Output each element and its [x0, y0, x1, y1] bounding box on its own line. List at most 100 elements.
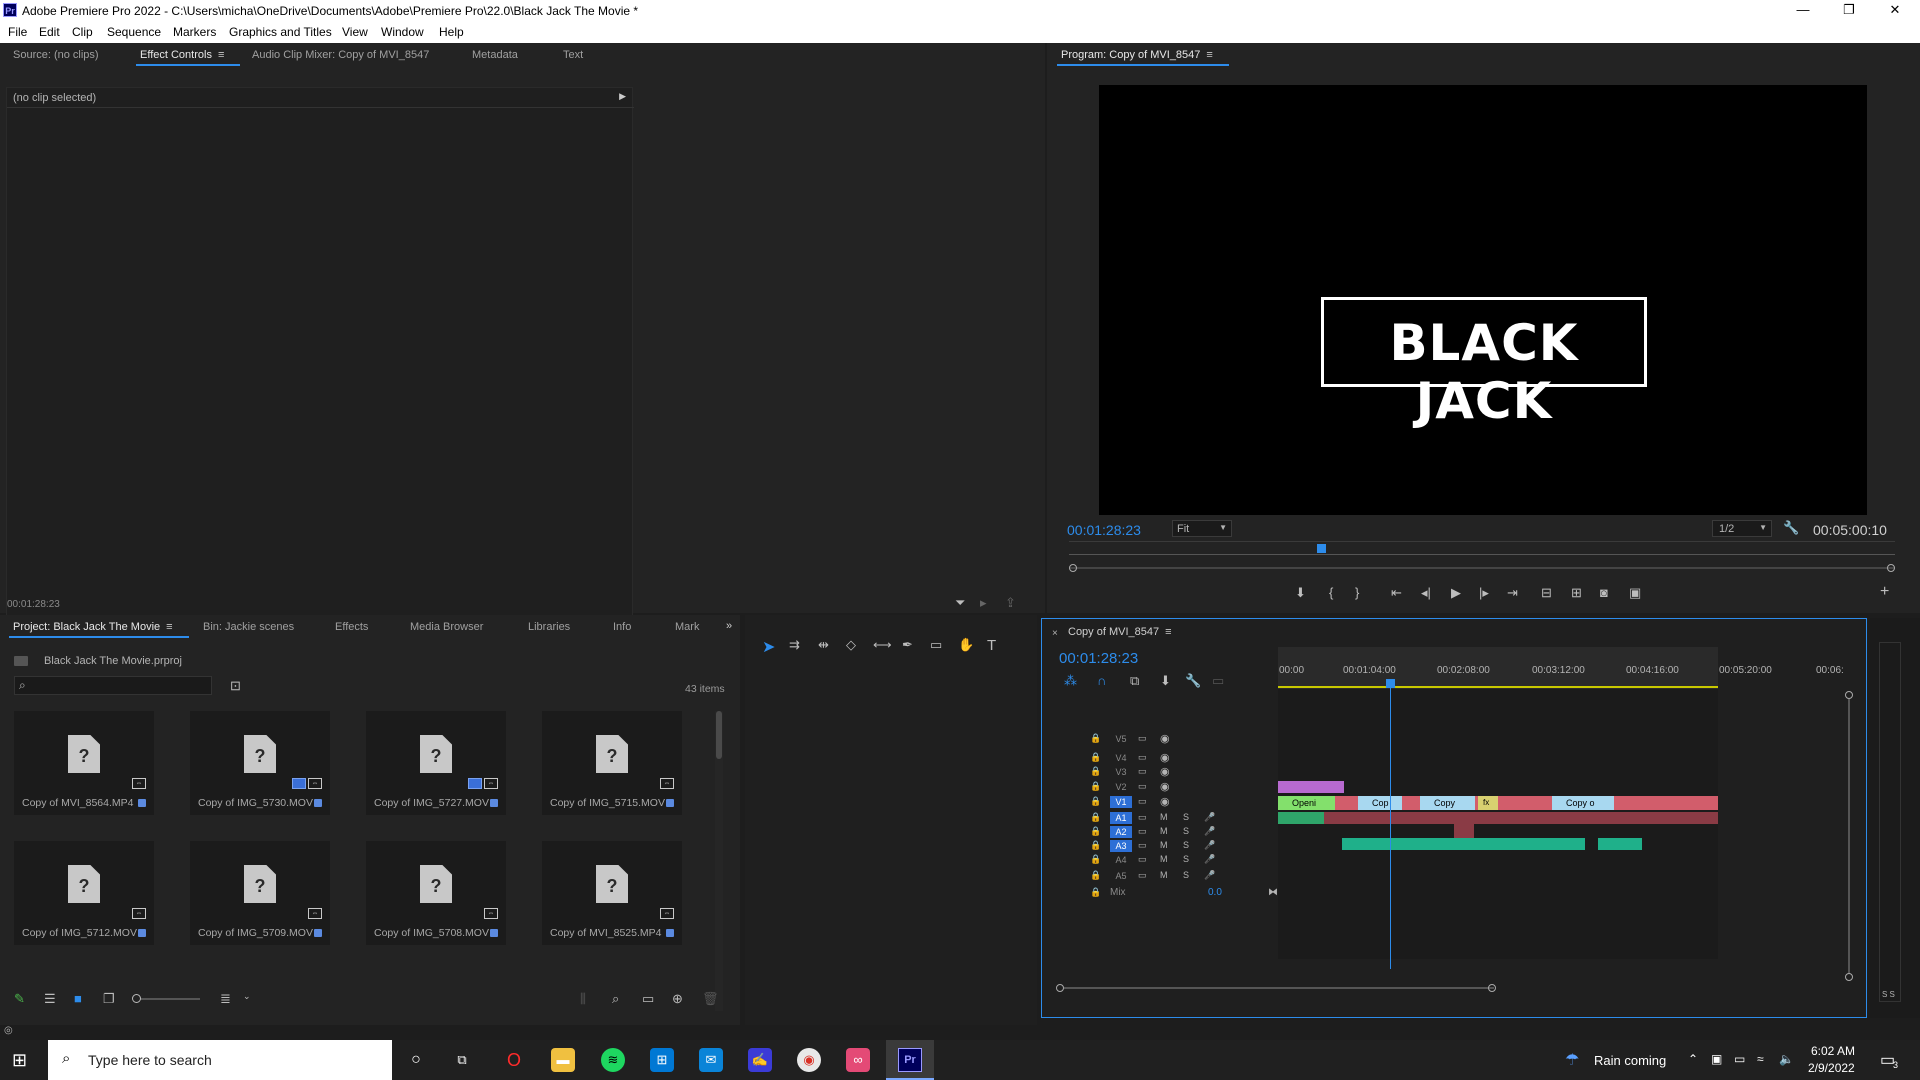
thumbnail-size-slider[interactable]: [132, 994, 200, 1003]
project-menu-icon[interactable]: ≡: [166, 621, 172, 633]
automate-to-sequence-icon[interactable]: ⫼: [580, 991, 586, 1007]
mute-button[interactable]: M: [1160, 854, 1168, 864]
linked-selection-icon[interactable]: ⧉: [1130, 673, 1139, 689]
track-target-label[interactable]: V2: [1110, 781, 1132, 793]
a1-green-clip[interactable]: [1278, 812, 1324, 824]
task-view-icon[interactable]: ⧉: [450, 1048, 474, 1072]
track-target-label[interactable]: V4: [1110, 752, 1132, 764]
sync-lock-icon[interactable]: ▭: [1138, 854, 1147, 865]
zoom-dropdown[interactable]: Fit ▼: [1172, 520, 1232, 537]
track-target-label[interactable]: A5: [1110, 870, 1132, 882]
project-item[interactable]: ? ⇔ Copy of IMG_5715.MOV: [542, 711, 682, 815]
sort-icon[interactable]: ≣: [220, 991, 231, 1007]
taskbar-search-box[interactable]: ⌕ Type here to search: [48, 1040, 392, 1080]
microphone-icon[interactable]: 🎤: [1204, 854, 1215, 865]
menu-markers[interactable]: Markers: [173, 25, 216, 39]
tab-source[interactable]: Source: (no clips): [13, 49, 99, 61]
expand-arrow-icon[interactable]: ▶: [619, 91, 626, 102]
microsoft-store-icon[interactable]: ⊞: [650, 1048, 674, 1072]
a3-audio-clip[interactable]: [1342, 838, 1585, 850]
menu-file[interactable]: File: [8, 25, 27, 39]
lift-icon[interactable]: ⊟: [1541, 585, 1552, 601]
project-item[interactable]: ? ⇔ Copy of MVI_8564.MP4: [14, 711, 154, 815]
program-menu-icon[interactable]: ≡: [1206, 49, 1212, 61]
eye-icon[interactable]: ◉: [1160, 765, 1170, 778]
program-video-frame[interactable]: BLACK JACK: [1099, 85, 1867, 515]
eye-icon[interactable]: ◉: [1160, 780, 1170, 793]
track-target-label[interactable]: A4: [1110, 854, 1132, 866]
selection-tool-icon[interactable]: ➤: [762, 637, 775, 657]
eye-icon[interactable]: ◉: [1160, 751, 1170, 764]
track-target-label[interactable]: V3: [1110, 766, 1132, 778]
menu-view[interactable]: View: [342, 25, 368, 39]
windows-start-icon[interactable]: ⊞: [12, 1050, 27, 1071]
eye-icon[interactable]: ◉: [1160, 795, 1170, 808]
creative-cloud-icon[interactable]: ∞: [846, 1048, 870, 1072]
h-scroll-handle-right[interactable]: [1488, 984, 1496, 992]
sync-lock-icon[interactable]: ▭: [1138, 870, 1147, 881]
program-timecode[interactable]: 00:01:28:23: [1067, 522, 1141, 538]
captions-icon[interactable]: ▭: [1212, 673, 1224, 689]
track-select-tool-icon[interactable]: ⇉: [789, 637, 800, 653]
a3-audio-clip-2[interactable]: [1598, 838, 1642, 850]
razor-tool-icon[interactable]: ◇: [846, 637, 856, 653]
wifi-icon[interactable]: ≈: [1757, 1052, 1764, 1066]
premiere-taskbar-button[interactable]: Pr: [886, 1040, 934, 1080]
rectangle-tool-icon[interactable]: ▭: [930, 637, 942, 653]
mute-button[interactable]: M: [1160, 870, 1168, 880]
weather-umbrella-icon[interactable]: ☂: [1565, 1050, 1579, 1070]
clip-copy-1[interactable]: Cop: [1358, 796, 1402, 810]
find-icon[interactable]: ⌕: [612, 991, 619, 1007]
zoom-handle-right[interactable]: [1887, 564, 1895, 572]
timeline-settings-icon[interactable]: 🔧: [1185, 673, 1201, 689]
project-item[interactable]: ? ⇔ Copy of IMG_5727.MOV: [366, 711, 506, 815]
menu-graphics-and-titles[interactable]: Graphics and Titles: [229, 25, 332, 39]
add-marker-icon[interactable]: ⬇: [1295, 585, 1306, 601]
battery-icon[interactable]: ▭: [1734, 1052, 1745, 1066]
nest-icon[interactable]: ⁂: [1064, 673, 1077, 689]
close-button[interactable]: ✕: [1872, 2, 1918, 20]
mail-icon[interactable]: ✉: [699, 1048, 723, 1072]
clip-opening[interactable]: Openi: [1278, 796, 1335, 810]
maximize-button[interactable]: ❐: [1826, 2, 1872, 20]
wrench-icon[interactable]: 🔧: [1783, 520, 1799, 536]
tab-audio-clip-mixer[interactable]: Audio Clip Mixer: Copy of MVI_8547: [252, 49, 429, 61]
scrollbar-thumb[interactable]: [716, 711, 722, 759]
project-item[interactable]: ? ⇔ Copy of MVI_8525.MP4: [542, 841, 682, 945]
clip-fx[interactable]: fx: [1478, 796, 1498, 810]
mute-button[interactable]: M: [1160, 826, 1168, 836]
mix-end-icon[interactable]: ⧓: [1268, 887, 1278, 898]
timeline-h-scrollbar[interactable]: [1056, 984, 1496, 992]
project-item[interactable]: ? ⇔ Copy of IMG_5709.MOV: [190, 841, 330, 945]
project-item[interactable]: ? ⇔ Copy of IMG_5730.MOV: [190, 711, 330, 815]
chrome-icon[interactable]: ◉: [797, 1048, 821, 1072]
mute-button[interactable]: M: [1160, 812, 1168, 822]
tab-project[interactable]: Project: Black Jack The Movie ≡: [9, 621, 189, 638]
track-target-label[interactable]: A3: [1110, 840, 1132, 852]
camera-icon[interactable]: ◙: [1600, 585, 1608, 600]
project-scrollbar[interactable]: [715, 711, 723, 1011]
sync-lock-icon[interactable]: ▭: [1138, 826, 1147, 837]
panel-menu-icon[interactable]: ≡: [218, 49, 224, 61]
weather-text[interactable]: Rain coming: [1594, 1053, 1666, 1068]
add-marker-icon[interactable]: ⬇: [1160, 673, 1171, 689]
device-icon[interactable]: ▣: [1711, 1052, 1722, 1066]
menu-help[interactable]: Help: [439, 25, 464, 39]
track-header-v4[interactable]: 🔒 V4 ▭ ◉: [1090, 752, 1276, 765]
step-back-icon[interactable]: ◂|: [1421, 585, 1431, 601]
pencil-icon[interactable]: ✎: [14, 991, 25, 1007]
track-target-label[interactable]: V5: [1110, 733, 1132, 745]
new-item-icon[interactable]: ⊕: [672, 991, 683, 1007]
a1-audio-strip[interactable]: [1278, 812, 1718, 824]
zoom-scrollbar[interactable]: [1069, 564, 1895, 573]
slider-handle[interactable]: [132, 994, 141, 1003]
label-color-swatch[interactable]: [666, 929, 674, 937]
solo-button[interactable]: S: [1183, 840, 1189, 850]
program-playhead[interactable]: [1317, 544, 1326, 553]
tab-info[interactable]: Info: [613, 621, 631, 633]
extract-icon[interactable]: ⊞: [1571, 585, 1582, 601]
microphone-icon[interactable]: 🎤: [1204, 840, 1215, 851]
microphone-icon[interactable]: 🎤: [1204, 826, 1215, 837]
tab-bin-jackie-scenes[interactable]: Bin: Jackie scenes: [203, 621, 294, 633]
minimize-button[interactable]: —: [1780, 2, 1826, 20]
